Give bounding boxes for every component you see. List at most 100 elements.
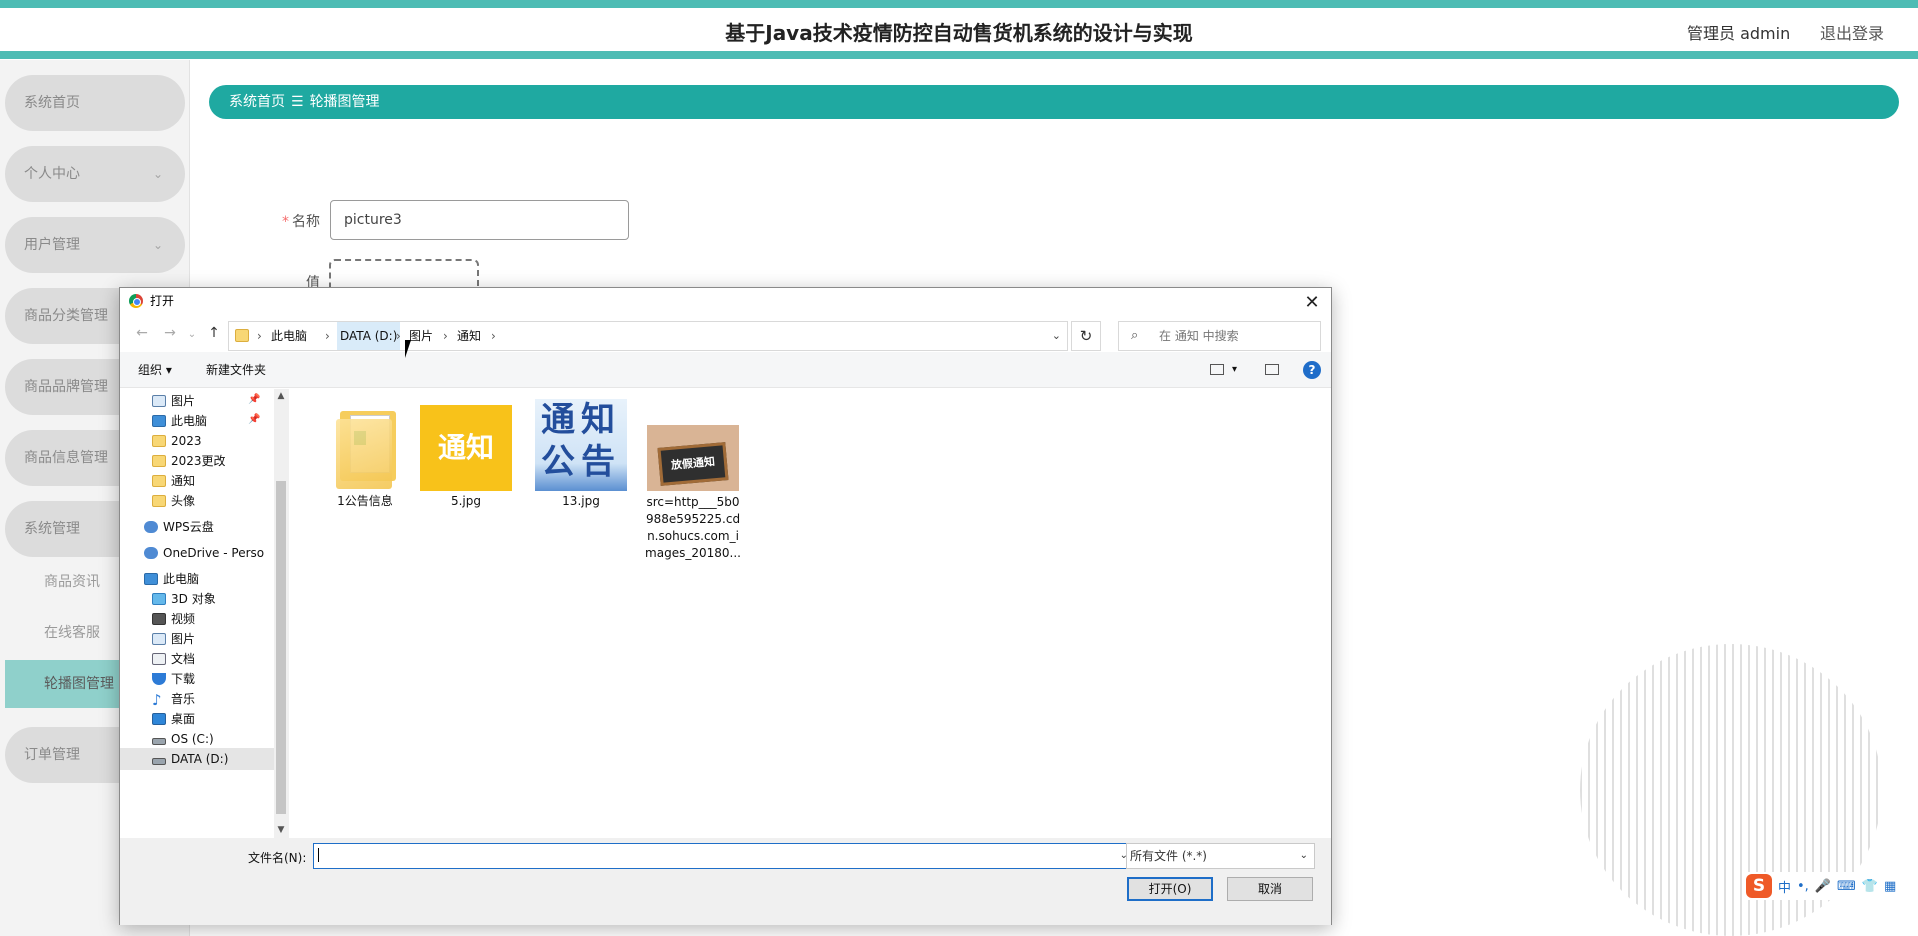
chevron-down-icon: ⌄ xyxy=(1299,850,1308,861)
preview-pane-icon[interactable] xyxy=(1265,364,1279,375)
search-input[interactable]: ⌕ 在 通知 中搜索 xyxy=(1118,321,1321,351)
address-dropdown-icon[interactable]: ⌄ xyxy=(1052,322,1061,350)
pin-icon: 📌 xyxy=(248,414,261,425)
file-item-5jpg[interactable]: 通知 5.jpg xyxy=(416,405,516,510)
logout-link[interactable]: 退出登录 xyxy=(1820,20,1884,44)
file-name: 13.jpg xyxy=(562,494,600,508)
app-title: 基于Java技术疫情防控自动售货机系统的设计与实现 xyxy=(725,21,1193,45)
breadcrumb: 系统首页 ☰ 轮播图管理 xyxy=(209,85,1899,119)
filetype-value: 所有文件 (*.*) xyxy=(1130,849,1207,863)
tree-item-label: 桌面 xyxy=(171,712,196,726)
open-button[interactable]: 打开(O) xyxy=(1127,877,1213,901)
tree-item-label: 文档 xyxy=(171,652,196,666)
tree-item-wps-cloud[interactable]: WPS云盘 xyxy=(144,516,214,538)
view-mode-icon[interactable] xyxy=(1210,364,1224,375)
breadcrumb-home[interactable]: 系统首页 xyxy=(229,94,285,110)
document-icon xyxy=(152,653,166,665)
breadcrumb-current: 轮播图管理 xyxy=(309,94,380,110)
sidebar-item-label: 系统管理 xyxy=(24,521,80,537)
tree-item-this-pc-pinned[interactable]: 此电脑 xyxy=(152,410,207,432)
sidebar-item-user-management[interactable]: 用户管理 ⌄ xyxy=(5,217,185,273)
forward-arrow-icon[interactable]: → xyxy=(160,325,180,341)
tree-item-music[interactable]: ♪ 音乐 xyxy=(152,688,195,710)
microphone-icon[interactable]: 🎤 xyxy=(1815,879,1831,894)
back-arrow-icon[interactable]: ← xyxy=(132,325,152,341)
recent-locations-icon[interactable]: ⌄ xyxy=(182,329,202,340)
tree-item-folder-notice[interactable]: 通知 xyxy=(152,470,195,492)
image-thumbnail: 放假通知 xyxy=(647,425,739,491)
up-arrow-icon[interactable]: ↑ xyxy=(204,325,224,341)
scroll-up-icon[interactable]: ▲ xyxy=(274,391,288,401)
view-dropdown-icon[interactable]: ▾ xyxy=(1232,352,1237,388)
tree-item-label: DATA (D:) xyxy=(171,752,229,766)
sidebar-item-label: 订单管理 xyxy=(24,747,80,763)
ime-toolbar: S 中 •, 🎤 ⌨ 👕 ▦ xyxy=(1742,872,1918,900)
video-icon xyxy=(152,613,166,625)
path-notice[interactable]: 通知 xyxy=(457,322,481,350)
sidebar-item-home[interactable]: 系统首页 xyxy=(5,75,185,131)
keyboard-icon[interactable]: ⌨ xyxy=(1837,879,1856,894)
sidebar-item-label: 轮播图管理 xyxy=(44,676,114,692)
tree-item-os-c[interactable]: OS (C:) xyxy=(152,728,214,750)
path-this-pc[interactable]: 此电脑 xyxy=(271,322,307,350)
tree-item-folder-avatar[interactable]: 头像 xyxy=(152,490,195,512)
name-label: * 名称 xyxy=(240,211,320,231)
tree-item-data-d[interactable]: DATA (D:) xyxy=(120,748,274,770)
tree-item-label: 下载 xyxy=(171,672,196,686)
dialog-title: 打开 xyxy=(150,294,175,308)
header-stripe-bottom xyxy=(0,51,1918,59)
filename-input[interactable]: ⌄ xyxy=(313,843,1133,869)
navigation-tree: 图片 📌 此电脑 📌 2023 2023更改 通知 头像 WPS云盘 OneDr… xyxy=(120,389,274,838)
ime-chinese-mode[interactable]: 中 xyxy=(1778,877,1791,896)
tree-item-documents[interactable]: 文档 xyxy=(152,648,195,670)
ime-punctuation-icon[interactable]: •, xyxy=(1797,879,1809,894)
sogou-logo-icon[interactable]: S xyxy=(1746,874,1772,898)
tree-item-label: 视频 xyxy=(171,612,196,626)
sidebar-item-personal-center[interactable]: 个人中心 ⌄ xyxy=(5,146,185,202)
tree-item-pictures[interactable]: 图片 xyxy=(152,628,195,650)
help-icon[interactable]: ? xyxy=(1303,361,1321,379)
tree-item-folder-2023-changes[interactable]: 2023更改 xyxy=(152,450,226,472)
skin-icon[interactable]: 👕 xyxy=(1862,879,1878,894)
address-bar[interactable]: › 此电脑 › DATA (D:) › 图片 › 通知 › ⌄ xyxy=(228,321,1068,351)
new-folder-button[interactable]: 新建文件夹 xyxy=(206,352,266,388)
tree-item-folder-2023[interactable]: 2023 xyxy=(152,430,202,452)
tree-item-label: OneDrive - Perso xyxy=(163,546,265,560)
file-item-src-image[interactable]: 放假通知 src=http___5b0988e595225.cdn.sohucs… xyxy=(643,425,743,562)
close-icon[interactable]: ✕ xyxy=(1301,290,1323,316)
scroll-down-icon[interactable]: ▼ xyxy=(274,825,288,835)
top-header: 基于Java技术疫情防控自动售货机系统的设计与实现 管理员 admin 退出登录 xyxy=(0,0,1918,60)
pictures-icon xyxy=(152,395,166,407)
image-thumbnail: 通知 xyxy=(420,405,512,491)
download-icon xyxy=(152,673,166,685)
file-item-13jpg[interactable]: 通知公告 13.jpg xyxy=(531,399,631,510)
file-item-folder[interactable]: 1公告信息 xyxy=(315,405,415,510)
header-stripe-top xyxy=(0,0,1918,8)
image-thumbnail: 通知公告 xyxy=(535,399,627,491)
cloud-icon xyxy=(144,521,158,533)
mouse-pointer-icon xyxy=(405,340,417,358)
path-separator-icon: › xyxy=(491,329,496,343)
tree-item-downloads[interactable]: 下载 xyxy=(152,668,195,690)
refresh-icon[interactable]: ↻ xyxy=(1071,321,1101,351)
tree-item-label: 2023 xyxy=(171,434,202,448)
dialog-footer: 文件名(N): ⌄ 所有文件 (*.*) ⌄ 打开(O) 取消 xyxy=(120,838,1331,925)
path-data-drive[interactable]: DATA (D:) xyxy=(337,322,401,350)
name-label-text: 名称 xyxy=(292,214,320,230)
tree-item-videos[interactable]: 视频 xyxy=(152,608,195,630)
tree-item-pictures-pinned[interactable]: 图片 xyxy=(152,390,195,412)
name-input[interactable]: picture3 xyxy=(330,200,629,240)
tree-item-label: 图片 xyxy=(171,394,196,408)
filetype-select[interactable]: 所有文件 (*.*) ⌄ xyxy=(1126,843,1315,869)
tree-item-onedrive[interactable]: OneDrive - Perso xyxy=(144,542,264,564)
tree-item-this-pc[interactable]: 此电脑 xyxy=(144,568,199,590)
tree-item-desktop[interactable]: 桌面 xyxy=(152,708,195,730)
tree-scrollbar[interactable]: ▲ ▼ xyxy=(274,389,288,838)
tree-item-3d-objects[interactable]: 3D 对象 xyxy=(152,588,216,610)
pin-icon: 📌 xyxy=(248,394,261,405)
cancel-button[interactable]: 取消 xyxy=(1227,877,1313,901)
toolbox-icon[interactable]: ▦ xyxy=(1884,879,1896,894)
scroll-thumb[interactable] xyxy=(276,481,286,814)
required-mark: * xyxy=(282,214,289,230)
organize-menu[interactable]: 组织 ▾ xyxy=(138,352,172,388)
